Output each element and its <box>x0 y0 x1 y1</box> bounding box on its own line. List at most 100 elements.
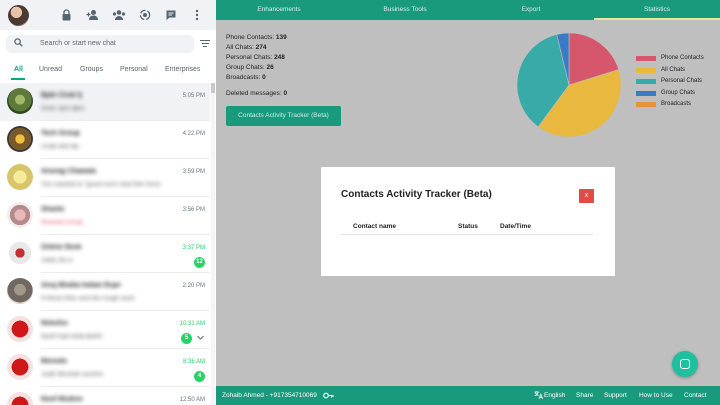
legend-label: Broadcasts <box>661 101 692 107</box>
legend-swatch <box>636 67 656 73</box>
menu-icon[interactable] <box>191 9 203 21</box>
status-icon[interactable] <box>139 9 151 21</box>
legend-swatch <box>636 79 656 84</box>
sticky-note-icon <box>680 359 690 369</box>
filter-icon[interactable] <box>200 40 210 48</box>
legend-label: Personal Chats <box>661 78 703 84</box>
translate-icon[interactable] <box>534 386 543 405</box>
avatar <box>7 88 33 114</box>
key-icon <box>323 386 334 405</box>
language-selector[interactable]: English <box>544 386 565 405</box>
statistics-pie-chart <box>516 32 622 138</box>
chat-name: Anurag Chawala <box>41 168 96 175</box>
avatar <box>7 240 33 266</box>
chat-name: Bjdn Cnsk fj <box>41 92 82 99</box>
tab-enhancements[interactable]: Enhancements <box>216 0 342 20</box>
chat-time: 8:36 AM <box>182 359 205 365</box>
support-link[interactable]: Support <box>604 386 627 405</box>
legend-label: Phone Contacts <box>661 55 704 61</box>
stat-all-chats: All Chats: 274 <box>226 44 267 51</box>
statistics-list: Phone Contacts: 139 All Chats: 274 Perso… <box>226 33 287 83</box>
profile-avatar[interactable] <box>8 5 29 26</box>
chat-preview: Jskld Jhs k <box>41 257 73 264</box>
tab-business-tools[interactable]: Business Tools <box>342 0 468 20</box>
chat-filter-tabs: All Unread Groups Personal Enterprises <box>0 62 216 80</box>
list-item[interactable]: Online Desk Jskld Jhs k 3:37 PM 12 <box>0 235 210 273</box>
list-item[interactable]: Mxnsds Jsdkl Mnshdn wushm 8:36 AM 4 <box>0 349 210 387</box>
stat-group-chats: Group Chats: 26 <box>226 64 274 71</box>
chat-time: 4:22 PM <box>182 131 205 137</box>
share-link[interactable]: Share <box>576 386 593 405</box>
search-input[interactable]: Search or start new chat <box>6 35 194 53</box>
chat-time: 2:20 PM <box>182 283 205 289</box>
stat-broadcasts: Broadcasts: 0 <box>226 74 266 81</box>
contacts-activity-tracker-button[interactable]: Contacts Activity Tracker (Beta) <box>226 106 341 126</box>
unread-badge: 4 <box>194 371 205 382</box>
chat-time: 3:37 PM <box>182 245 205 251</box>
search-icon <box>14 38 23 49</box>
chat-time: 3:59 PM <box>182 169 205 175</box>
chat-preview: Nnds sjkd djksl <box>41 105 85 112</box>
tab-enterprises[interactable]: Enterprises <box>165 66 200 73</box>
stat-phone-contacts: Phone Contacts: 139 <box>226 34 287 41</box>
column-header-date-time: Date/Time <box>500 223 531 230</box>
add-contact-icon[interactable] <box>86 9 98 21</box>
chat-sidebar: Search or start new chat All Unread Grou… <box>0 0 216 405</box>
chat-name: Anuj Bhatia Indian Express <box>41 282 121 289</box>
chat-name: Nsnf Msdnsi <box>41 396 83 403</box>
extension-nav: Enhancements Business Tools Export Stati… <box>216 0 720 20</box>
table-header-divider <box>341 234 593 235</box>
list-item[interactable]: Tech Group Lhsjd akd djs 4:22 PM <box>0 121 210 159</box>
chat-time: 12:50 AM <box>179 397 205 403</box>
sidebar-header <box>0 0 216 30</box>
list-item[interactable]: Nsksfss Kjsdl hsjd lskdj djskhl 10:31 AM… <box>0 311 210 349</box>
contact-link[interactable]: Contact <box>684 386 706 405</box>
close-button[interactable]: x <box>579 189 594 203</box>
extension-panel: Enhancements Business Tools Export Stati… <box>216 0 720 405</box>
chat-time: 10:31 AM <box>179 321 205 327</box>
communities-icon[interactable] <box>112 9 126 21</box>
chat-name: Online Desk <box>41 244 82 251</box>
chat-preview: Jsdkl Mnshdn wushm <box>41 371 104 378</box>
avatar <box>7 392 33 405</box>
tab-personal[interactable]: Personal <box>120 66 148 73</box>
floating-action-button[interactable] <box>672 351 698 377</box>
legend-swatch <box>636 102 656 107</box>
unread-badge: 12 <box>194 257 205 268</box>
tab-export[interactable]: Export <box>468 0 594 20</box>
chat-preview: You reacted to "good morn skat bhn hmnn" <box>41 181 161 188</box>
active-tab-indicator <box>11 78 25 80</box>
list-item[interactable]: Anuj Bhatia Indian Express If these link… <box>0 273 210 311</box>
column-header-contact-name: Contact name <box>353 223 396 230</box>
footer-bar: Zohaib Ahmed - +917354710069 English Sha… <box>216 386 720 405</box>
list-item[interactable]: Bjdn Cnsk fj Nnds sjkd djksl 5:05 PM <box>0 83 210 121</box>
chat-name: Tech Group <box>41 130 80 137</box>
tab-statistics[interactable]: Statistics <box>594 0 720 20</box>
chat-preview: Reacted emoji <box>41 219 83 226</box>
legend-label: Group Chats <box>661 89 696 96</box>
lock-icon[interactable] <box>60 9 72 21</box>
list-item[interactable]: Anurag Chawala You reacted to "good morn… <box>0 159 210 197</box>
avatar <box>7 354 33 380</box>
list-item[interactable]: Shastu Reacted emoji 3:56 PM <box>0 197 210 235</box>
list-item[interactable]: Nsnf Msdnsi 12:50 AM <box>0 387 210 405</box>
modal-title: Contacts Activity Tracker (Beta) <box>341 189 492 200</box>
chevron-down-icon[interactable] <box>196 333 205 344</box>
chat-list-scrollbar[interactable] <box>211 83 215 405</box>
how-to-use-link[interactable]: How to Use <box>639 386 673 405</box>
scroll-thumb[interactable] <box>211 83 215 93</box>
unread-badge: 5 <box>181 333 192 344</box>
tab-unread[interactable]: Unread <box>39 66 62 73</box>
legend-label: All Chats <box>661 66 686 73</box>
user-info: Zohaib Ahmed - +917354710069 <box>222 392 317 399</box>
legend-swatch <box>636 90 656 96</box>
column-header-status: Status <box>458 223 478 230</box>
tab-all[interactable]: All <box>14 66 23 73</box>
new-chat-icon[interactable] <box>165 9 177 21</box>
avatar <box>7 126 33 152</box>
chat-name: Shastu <box>41 206 65 213</box>
avatar <box>7 278 33 304</box>
tab-groups[interactable]: Groups <box>80 66 103 73</box>
active-tab-indicator <box>594 18 720 20</box>
chat-name: Mxnsds <box>41 358 68 365</box>
